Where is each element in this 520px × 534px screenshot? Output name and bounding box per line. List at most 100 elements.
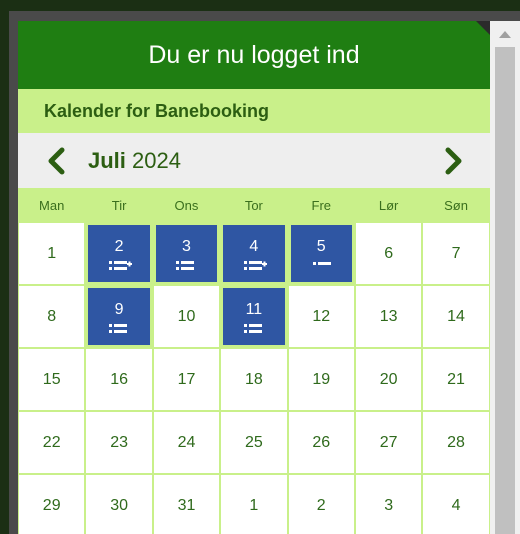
calendar-day-booked[interactable]: 4: [220, 222, 288, 285]
calendar-day[interactable]: 3: [354, 474, 423, 534]
calendar-title: Kalender for Banebooking: [18, 89, 490, 133]
day-number: 24: [177, 433, 196, 451]
day-number: 11: [245, 300, 263, 318]
calendar-day[interactable]: 1: [220, 474, 288, 534]
month-name: Juli: [88, 147, 126, 173]
calendar-day[interactable]: 28: [422, 411, 490, 474]
weekday-header: Man Tir Ons Tor Fre Lør Søn: [18, 188, 490, 222]
day-number: 3: [182, 237, 191, 255]
calendar-day[interactable]: 31: [152, 474, 221, 534]
calendar-day[interactable]: 21: [422, 348, 490, 411]
day-number: 27: [379, 433, 398, 451]
day-number: 1: [47, 244, 57, 262]
day-number: 4: [249, 237, 259, 255]
scrollbar[interactable]: [490, 21, 520, 534]
chevron-left-icon[interactable]: [44, 146, 70, 176]
calendar-day[interactable]: 12: [287, 285, 355, 348]
day-number: 30: [110, 496, 128, 514]
calendar-day-booked[interactable]: 11: [220, 285, 288, 348]
calendar-day[interactable]: 23: [85, 411, 153, 474]
weekday-label: Tor: [244, 197, 263, 213]
day-number: 16: [110, 370, 128, 388]
calendar-day[interactable]: 2: [287, 474, 355, 534]
calendar-day[interactable]: 19: [287, 348, 355, 411]
list-icon: [109, 323, 128, 333]
day-number: 6: [384, 244, 394, 262]
day-number: 8: [47, 307, 57, 325]
weekday-label: Tir: [111, 197, 127, 213]
calendar-day[interactable]: 22: [18, 411, 86, 474]
calendar-day[interactable]: 8: [18, 285, 86, 348]
day-number: 22: [42, 433, 61, 451]
banner-text: Du er nu logget ind: [148, 40, 360, 69]
list-icon: [176, 260, 195, 270]
calendar-day[interactable]: 17: [152, 348, 221, 411]
year: 2024: [132, 147, 181, 173]
day-number: 31: [177, 496, 196, 514]
month-navigation: Juli 2024: [18, 133, 490, 188]
weekday-label: Man: [39, 197, 65, 213]
corner-decoration: [476, 21, 490, 35]
day-number: 2: [316, 496, 326, 514]
calendar-day-booked[interactable]: 9: [85, 285, 153, 348]
calendar-day-booked[interactable]: 5: [287, 222, 355, 285]
list-plus-icon: [243, 260, 267, 270]
day-number: 3: [384, 496, 394, 514]
weekday-label: Fre: [311, 197, 332, 213]
day-number: 15: [42, 370, 61, 388]
weekday-label: Lør: [378, 197, 399, 213]
day-number: 21: [447, 370, 465, 388]
chevron-right-icon[interactable]: [440, 146, 466, 176]
calendar-day[interactable]: 6: [354, 222, 423, 285]
day-number: 20: [379, 370, 398, 388]
calendar-grid: 1 2 3 4 5 6 7 8 9 10 11 12 13 14 15 16 17 18 19 20 21 22 23 24 2…: [18, 222, 490, 534]
day-number: 7: [451, 244, 461, 262]
calendar-day[interactable]: 1: [18, 222, 86, 285]
login-banner: Du er nu logget ind: [18, 21, 490, 89]
calendar-day[interactable]: 18: [220, 348, 288, 411]
month-title: Juli 2024: [88, 148, 181, 174]
day-number: 14: [447, 307, 465, 325]
day-number: 5: [316, 237, 326, 255]
day-number: 26: [312, 433, 331, 451]
calendar-day[interactable]: 13: [354, 285, 423, 348]
calendar-day[interactable]: 25: [220, 411, 288, 474]
day-number: 18: [244, 370, 263, 388]
calendar-day-booked[interactable]: 3: [152, 222, 221, 285]
calendar-day-booked[interactable]: 2: [85, 222, 153, 285]
calendar-day[interactable]: 4: [422, 474, 490, 534]
day-number: 12: [312, 307, 331, 325]
scroll-up-arrow-icon[interactable]: [499, 31, 511, 38]
calendar-day[interactable]: 27: [354, 411, 423, 474]
day-number: 28: [447, 433, 465, 451]
calendar-day[interactable]: 7: [422, 222, 490, 285]
calendar-day[interactable]: 16: [85, 348, 153, 411]
app-frame: Du er nu logget ind Kalender for Baneboo…: [9, 11, 520, 534]
calendar-day[interactable]: 26: [287, 411, 355, 474]
day-number: 29: [42, 496, 61, 514]
calendar-day[interactable]: 10: [152, 285, 221, 348]
calendar-day[interactable]: 14: [422, 285, 490, 348]
day-number: 2: [114, 237, 124, 255]
calendar-day[interactable]: 20: [354, 348, 423, 411]
day-number: 13: [379, 307, 398, 325]
day-number: 19: [312, 370, 331, 388]
list-plus-icon: [109, 260, 133, 270]
single-line-icon: [313, 261, 332, 265]
day-number: 9: [114, 300, 124, 318]
calendar-day[interactable]: 15: [18, 348, 86, 411]
calendar-day[interactable]: 24: [152, 411, 221, 474]
calendar-panel: Du er nu logget ind Kalender for Baneboo…: [18, 21, 490, 534]
calendar-day[interactable]: 29: [18, 474, 86, 534]
scrollbar-thumb[interactable]: [495, 47, 515, 534]
weekday-label: Søn: [444, 197, 468, 213]
list-icon: [243, 323, 262, 333]
calendar-day[interactable]: 30: [85, 474, 153, 534]
day-number: 4: [451, 496, 461, 514]
weekday-label: Ons: [174, 197, 199, 213]
day-number: 25: [244, 433, 263, 451]
day-number: 17: [177, 370, 196, 388]
day-number: 23: [110, 433, 128, 451]
day-number: 1: [249, 496, 259, 514]
day-number: 10: [177, 307, 196, 325]
